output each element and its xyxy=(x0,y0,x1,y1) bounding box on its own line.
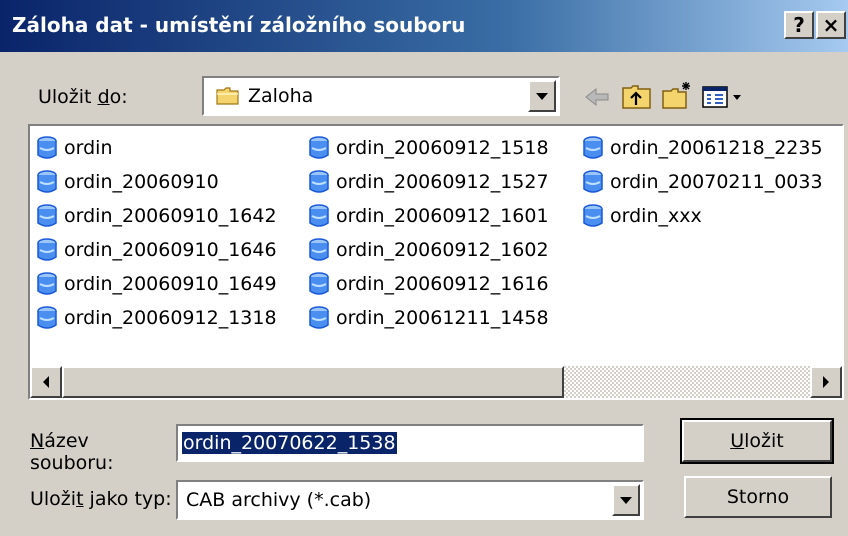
filetype-dropdown-button[interactable] xyxy=(612,484,640,516)
file-item[interactable]: ordin_20070211_0033 xyxy=(580,165,823,199)
file-item[interactable]: ordin_20061218_2235 xyxy=(580,131,823,165)
cab-file-icon xyxy=(309,136,329,159)
cab-file-icon xyxy=(37,238,57,261)
save-button[interactable]: Uložit xyxy=(680,418,834,464)
file-item[interactable]: ordin_20060910_1642 xyxy=(34,199,277,233)
close-button[interactable]: × xyxy=(816,11,846,39)
file-column-3: ordin_20061218_2235 ordin_20070211_0033 … xyxy=(580,131,823,233)
file-item[interactable]: ordin_20060910_1646 xyxy=(34,233,277,267)
cab-file-icon xyxy=(309,306,329,329)
chevron-down-icon xyxy=(536,93,548,100)
cab-file-icon xyxy=(37,272,57,295)
cab-file-icon xyxy=(309,170,329,193)
folder-icon xyxy=(216,87,239,105)
scroll-track[interactable] xyxy=(564,366,810,398)
file-item[interactable]: ordin xyxy=(34,131,277,165)
file-item[interactable]: ordin_20060912_1518 xyxy=(306,131,549,165)
arrow-right-icon xyxy=(823,376,829,388)
file-item[interactable]: ordin_20060912_1601 xyxy=(306,199,549,233)
cab-file-icon xyxy=(37,204,57,227)
horizontal-scrollbar[interactable] xyxy=(30,366,842,398)
back-arrow-icon[interactable] xyxy=(580,80,614,114)
cab-file-icon xyxy=(309,204,329,227)
cab-file-icon xyxy=(583,136,603,159)
up-folder-icon[interactable] xyxy=(620,80,654,114)
cab-file-icon xyxy=(37,306,57,329)
arrow-left-icon xyxy=(43,376,49,388)
file-item[interactable]: ordin_20060912_1318 xyxy=(34,301,277,335)
file-item[interactable]: ordin_20060912_1602 xyxy=(306,233,549,267)
view-menu-icon[interactable] xyxy=(700,80,748,114)
file-item[interactable]: ordin_20060910_1649 xyxy=(34,267,277,301)
filetype-value: CAB archivy (*.cab) xyxy=(186,489,372,511)
filename-label: Název souboru: xyxy=(30,430,114,474)
window-title: Záloha dat - umístění záložního souboru xyxy=(12,13,466,37)
new-folder-icon[interactable] xyxy=(660,80,694,114)
filetype-label: Uložit jako typ: xyxy=(30,488,172,510)
help-button[interactable]: ? xyxy=(784,11,814,39)
save-in-label: Uložit do: xyxy=(38,86,128,108)
cab-file-icon xyxy=(37,170,57,193)
file-column-1: ordin ordin_20060910 ordin_20060910_1642… xyxy=(34,131,277,335)
cab-file-icon xyxy=(583,204,603,227)
cancel-button[interactable]: Storno xyxy=(684,476,832,518)
cab-file-icon xyxy=(37,136,57,159)
filetype-select[interactable]: CAB archivy (*.cab) xyxy=(176,480,644,520)
scroll-right-button[interactable] xyxy=(810,366,842,398)
file-item[interactable]: ordin_20061211_1458 xyxy=(306,301,549,335)
scroll-left-button[interactable] xyxy=(30,366,62,398)
file-item[interactable]: ordin_20060912_1616 xyxy=(306,267,549,301)
file-item[interactable]: ordin_xxx xyxy=(580,199,823,233)
cab-file-icon xyxy=(309,272,329,295)
cab-file-icon xyxy=(583,170,603,193)
file-item[interactable]: ordin_20060910 xyxy=(34,165,277,199)
cab-file-icon xyxy=(309,238,329,261)
save-in-combo[interactable]: Zaloha xyxy=(202,76,560,116)
save-in-value: Zaloha xyxy=(248,85,314,107)
filename-value: ordin_20070622_1538 xyxy=(182,432,397,454)
save-in-dropdown-button[interactable] xyxy=(528,80,556,112)
filename-input[interactable]: ordin_20070622_1538 xyxy=(176,424,644,462)
chevron-down-icon xyxy=(620,497,632,504)
scroll-thumb[interactable] xyxy=(62,366,564,398)
file-item[interactable]: ordin_20060912_1527 xyxy=(306,165,549,199)
file-column-2: ordin_20060912_1518 ordin_20060912_1527 … xyxy=(306,131,549,335)
